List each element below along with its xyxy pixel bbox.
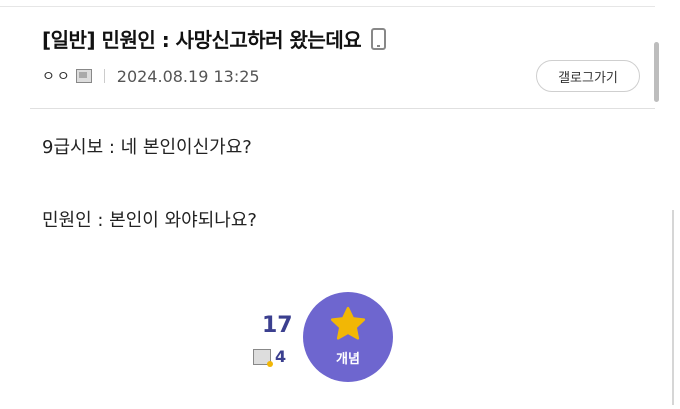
page-edge <box>672 210 674 405</box>
post-title-text: [일반] 민원인 : 사망신고하러 왔는데요 <box>42 28 362 52</box>
fixed-nick-icon <box>253 348 273 367</box>
post-date: 2024.08.19 13:25 <box>116 66 260 86</box>
fixed-recommend-value: 4 <box>275 347 287 366</box>
author-name[interactable]: ㅇㅇ <box>42 66 72 86</box>
top-divider <box>0 6 655 7</box>
phone-icon <box>371 27 387 50</box>
star-icon <box>330 306 366 340</box>
content-divider <box>30 108 655 109</box>
gallog-button[interactable]: 갤로그가기 <box>536 60 640 92</box>
post-line-2: 민원인 : 본인이 와야되나요? <box>42 210 257 231</box>
scrollbar[interactable] <box>654 42 659 102</box>
recommend-button[interactable]: 개념 <box>303 292 393 382</box>
post-line-1: 9급시보 : 네 본인이신가요? <box>42 137 252 158</box>
post-meta: ㅇㅇ 2024.08.19 13:25 <box>42 66 260 86</box>
meta-divider <box>103 69 105 83</box>
recommend-label: 개념 <box>336 351 360 367</box>
post-title: [일반] 민원인 : 사망신고하러 왔는데요 <box>42 24 387 53</box>
fixed-nick-icon <box>75 69 92 83</box>
recommend-count: 17 <box>262 313 293 338</box>
fixed-recommend-count: 4 <box>253 347 287 367</box>
